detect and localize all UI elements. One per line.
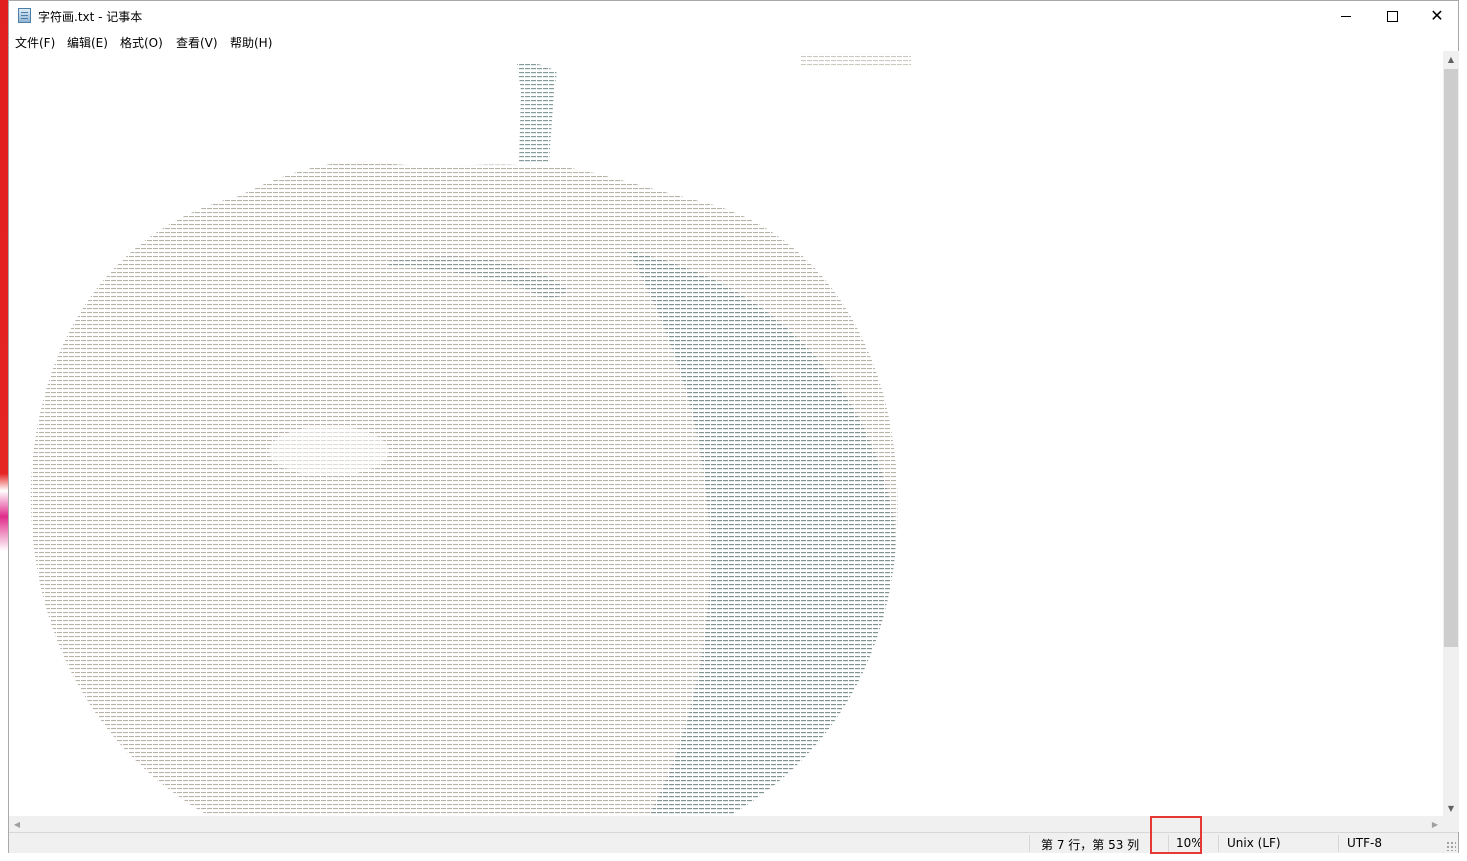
close-button[interactable]: ✕: [1414, 1, 1460, 31]
text-editor-area[interactable]: [9, 51, 1443, 816]
vertical-scroll-thumb[interactable]: [1444, 69, 1458, 647]
window-title: 字符画.txt - 记事本: [38, 10, 143, 24]
menu-bar: 文件(F) 编辑(E) 格式(O) 查看(V) 帮助(H): [9, 31, 1458, 51]
scroll-down-arrow-icon[interactable]: ▼: [1443, 800, 1459, 816]
maximize-button[interactable]: [1369, 1, 1415, 31]
resize-grip-icon[interactable]: [1446, 841, 1456, 851]
vertical-scrollbar[interactable]: ▲ ▼: [1443, 51, 1459, 816]
notepad-icon: [18, 8, 31, 23]
notepad-window: 字符画.txt - 记事本 ✕ 文件(F) 编辑(E) 格式(O) 查看(V) …: [8, 0, 1459, 853]
status-separator: [1029, 835, 1030, 852]
menu-file[interactable]: 文件(F): [15, 34, 55, 51]
title-bar[interactable]: 字符画.txt - 记事本 ✕: [9, 1, 1458, 31]
menu-view[interactable]: 查看(V): [176, 34, 218, 51]
encoding: UTF-8: [1347, 836, 1382, 850]
menu-edit[interactable]: 编辑(E): [67, 34, 108, 51]
zoom-highlight-box: [1150, 816, 1202, 854]
maximize-icon: [1386, 10, 1398, 22]
minimize-icon: [1341, 15, 1351, 17]
status-separator: [1218, 835, 1219, 852]
minimize-button[interactable]: [1323, 1, 1369, 31]
horizontal-scrollbar[interactable]: ◀ ▶: [9, 816, 1443, 832]
scroll-left-arrow-icon[interactable]: ◀: [9, 816, 25, 832]
status-bar: 第 7 行，第 53 列 10% Unix (LF) UTF-8: [9, 832, 1458, 853]
close-icon: ✕: [1430, 6, 1444, 25]
menu-format[interactable]: 格式(O): [120, 34, 163, 51]
scrollbar-corner: [1443, 816, 1459, 832]
status-separator: [1338, 835, 1339, 852]
menu-help[interactable]: 帮助(H): [230, 34, 272, 51]
cursor-position: 第 7 行，第 53 列: [1041, 838, 1140, 852]
scroll-right-arrow-icon[interactable]: ▶: [1427, 816, 1443, 832]
ascii-art-apple: [30, 53, 911, 816]
desktop-background-strip: [0, 0, 8, 861]
scroll-up-arrow-icon[interactable]: ▲: [1443, 51, 1459, 67]
line-ending: Unix (LF): [1227, 836, 1281, 850]
